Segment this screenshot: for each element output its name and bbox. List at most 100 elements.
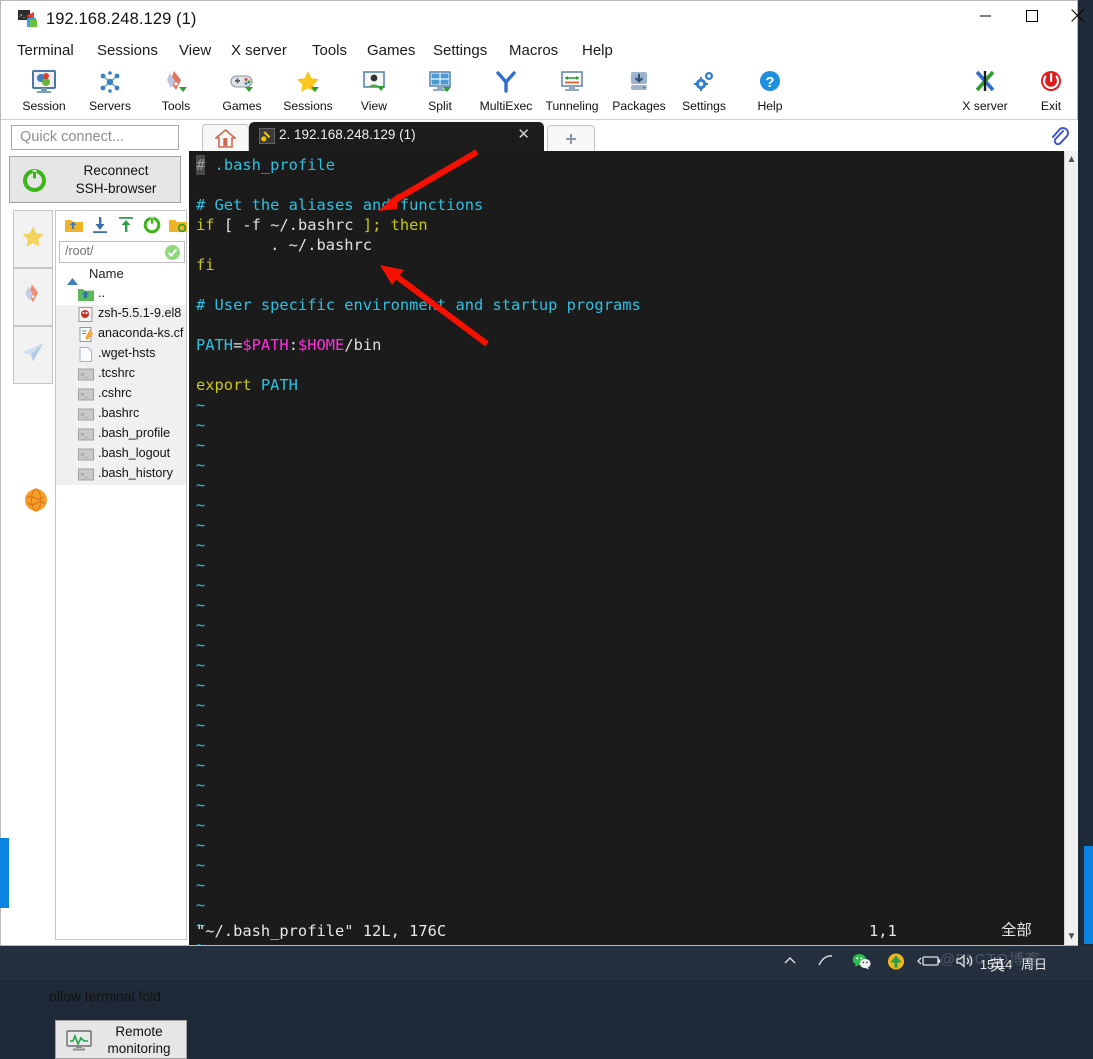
follow-terminal-folder-label: ollow terminal fold [49, 988, 162, 1004]
taskbar-clock[interactable]: 15:14 周日 [980, 954, 1047, 973]
download-icon[interactable] [90, 216, 112, 236]
reconnect-label-line2: SSH-browser [75, 181, 157, 196]
refresh-icon[interactable] [142, 216, 164, 236]
sftp-file-browser: /root/ Name .. zsh-5.5.1-9.el8 anaconda-ks… [55, 210, 187, 940]
file-column-header[interactable]: Name [56, 265, 186, 285]
tab-session[interactable]: 2. 192.168.248.129 (1) ✕ [249, 122, 544, 151]
path-input[interactable]: /root/ [59, 241, 185, 263]
up-folder-icon[interactable] [64, 216, 86, 236]
sidebar-tab-sftp[interactable] [13, 326, 53, 384]
file-name: zsh-5.5.1-9.el8 [98, 306, 182, 320]
key-icon [258, 127, 276, 145]
menu-sessions[interactable]: Sessions [91, 39, 164, 63]
windows-taskbar: 英 @51CTO博客 15:14 周日 [0, 946, 1093, 980]
toolbar-tunneling-label: Tunneling [545, 99, 599, 113]
menu-settings[interactable]: Settings [427, 39, 493, 63]
toolbar-xserver[interactable]: X server [952, 67, 1018, 117]
caret-up-icon[interactable] [782, 953, 798, 974]
menu-terminal[interactable]: Terminal [11, 39, 80, 63]
toolbar-tools[interactable]: Tools [143, 67, 209, 117]
file-list-item[interactable]: >_ .bash_history [56, 465, 186, 485]
toolbar-split[interactable]: Split [407, 67, 473, 117]
plus-icon [565, 130, 577, 148]
file-list-item[interactable]: >_ .bashrc [56, 405, 186, 425]
file-list-item[interactable]: >_ .cshrc [56, 385, 186, 405]
file-list-item[interactable]: >_ .tcshrc [56, 365, 186, 385]
toolbar-help-label: Help [757, 99, 783, 113]
security-icon[interactable] [887, 953, 905, 975]
file-list-item[interactable]: .wget-hsts [56, 345, 186, 365]
paperclip-icon[interactable] [1049, 126, 1069, 148]
remote-monitoring-button[interactable]: Remote monitoring [55, 1020, 187, 1059]
svg-text:>_: >_ [81, 452, 89, 459]
script-file-icon: >_ [78, 427, 94, 442]
script-file-icon: >_ [78, 367, 94, 382]
remote-monitoring-line2: monitoring [107, 1041, 171, 1056]
toolbar-tools-label: Tools [161, 99, 191, 113]
toolbar-help[interactable]: ? Help [737, 67, 803, 117]
scroll-up-arrow[interactable]: ▲ [1065, 151, 1078, 168]
left-sidebar: Quick connect... Reconnect SSH-browser /… [2, 120, 188, 1059]
battery-icon[interactable] [917, 953, 941, 973]
new-folder-icon[interactable] [168, 216, 190, 236]
menu-help[interactable]: Help [576, 39, 619, 63]
session-icon [11, 68, 77, 98]
sidebar-tab-tools[interactable] [13, 268, 53, 326]
check-circle-icon[interactable] [164, 244, 181, 261]
title-bar: >_ 192.168.248.129 (1) [1, 1, 1084, 39]
minimize-button[interactable] [963, 1, 1009, 31]
svg-text:?: ? [765, 74, 774, 91]
desktop-edge-accent-left [0, 838, 9, 908]
upload-icon[interactable] [116, 216, 138, 236]
toolbar-session[interactable]: Session [11, 67, 77, 117]
tab-close-icon[interactable]: ✕ [517, 125, 530, 143]
file-name: .bash_profile [98, 426, 171, 440]
file-list: .. zsh-5.5.1-9.el8 anaconda-ks.cf .wget-hst… [56, 285, 186, 485]
terminal-text: # .bash_profile # Get the aliases and fu… [196, 155, 641, 945]
toolbar-multiexec[interactable]: MultiExec [473, 67, 539, 117]
remote-monitoring-line1: Remote [115, 1024, 163, 1039]
svg-text:>_: >_ [20, 13, 27, 19]
menu-xserver[interactable]: X server [225, 39, 293, 63]
terminal-scrollbar[interactable]: ▲ ▼ [1064, 151, 1078, 945]
servers-icon [77, 68, 143, 98]
file-name: .. [98, 286, 105, 300]
file-list-item[interactable]: >_ .bash_logout [56, 445, 186, 465]
reconnect-ssh-browser-button[interactable]: Reconnect SSH-browser [9, 156, 181, 203]
toolbar-sessions[interactable]: Sessions [275, 67, 341, 117]
maximize-button[interactable] [1009, 1, 1055, 31]
ime-pen-icon[interactable] [817, 953, 835, 974]
menu-macros[interactable]: Macros [503, 39, 564, 63]
file-list-item[interactable]: zsh-5.5.1-9.el8 [56, 305, 186, 325]
menu-tools[interactable]: Tools [306, 39, 353, 63]
scroll-down-arrow[interactable]: ▼ [1065, 928, 1078, 945]
menu-games[interactable]: Games [361, 39, 421, 63]
toolbar-games[interactable]: Games [209, 67, 275, 117]
wechat-icon[interactable] [852, 953, 871, 975]
toolbar-sessions-label: Sessions [283, 99, 333, 113]
terminal-status-file: "~/.bash_profile" 12L, 176C [196, 922, 447, 940]
file-list-item[interactable]: >_ .bash_profile [56, 425, 186, 445]
toolbar-settings[interactable]: Settings [671, 67, 737, 117]
tab-home[interactable] [202, 124, 249, 152]
file-list-item[interactable]: anaconda-ks.cf [56, 325, 186, 345]
file-list-item[interactable]: .. [56, 285, 186, 305]
toolbar-tunneling[interactable]: Tunneling [539, 67, 605, 117]
tab-new[interactable] [547, 125, 595, 152]
menu-view[interactable]: View [173, 39, 217, 63]
terminal-pane[interactable]: # .bash_profile # Get the aliases and fu… [189, 151, 1064, 945]
toolbar-packages[interactable]: Packages [606, 67, 672, 117]
close-button[interactable] [1055, 1, 1093, 31]
quick-connect-input[interactable]: Quick connect... [11, 125, 179, 150]
globe-icon[interactable] [23, 487, 49, 513]
settings-icon [671, 68, 737, 98]
toolbar-exit[interactable]: Exit [1018, 67, 1084, 117]
toolbar-view[interactable]: View [341, 67, 407, 117]
tools-icon [143, 68, 209, 98]
file-name: .wget-hsts [98, 346, 156, 360]
sidebar-tab-favorites[interactable] [13, 210, 53, 268]
desktop-edge-accent-right [1084, 846, 1093, 944]
star-icon [275, 68, 341, 98]
toolbar-servers[interactable]: Servers [77, 67, 143, 117]
terminal-scroll-indicator: 全部 [1001, 921, 1032, 939]
